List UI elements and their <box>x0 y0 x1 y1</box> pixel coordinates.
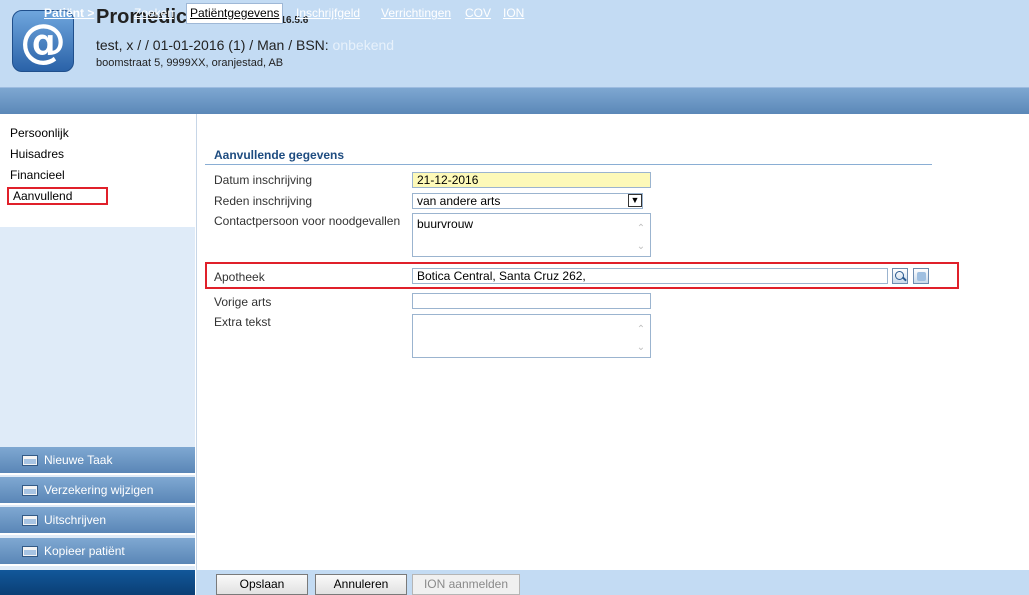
copy-patient-button[interactable]: Kopieer patiënt <box>0 538 195 566</box>
vorige-arts-field[interactable] <box>412 293 651 309</box>
task-label: Nieuwe Taak <box>44 453 113 467</box>
patient-info: test, x / / 01-01-2016 (1) / Man / BSN: <box>96 37 333 53</box>
patient-address: boomstraat 5, 9999XX, oranjestad, AB <box>96 57 284 69</box>
nav-zoeken[interactable]: Zoeken <box>134 6 174 20</box>
task-label: Kopieer patiënt <box>44 544 125 558</box>
new-task-button[interactable]: Nieuwe Taak <box>0 447 195 475</box>
change-insurance-button[interactable]: Verzekering wijzigen <box>0 477 195 505</box>
sidebar-footer <box>0 570 195 595</box>
datum-inschrijving-field[interactable]: 21-12-2016 <box>412 172 651 188</box>
ion-register-button[interactable]: ION aanmelden <box>412 574 520 595</box>
at-icon: @ <box>20 14 66 68</box>
apotheek-field[interactable]: Botica Central, Santa Cruz 262, <box>412 268 888 284</box>
contact-label: Contactpersoon voor noodgevallen <box>214 214 401 228</box>
sidebar-item-aanvullend[interactable]: Aanvullend <box>7 187 108 205</box>
nav-patient[interactable]: Patiënt > <box>44 6 94 20</box>
bsn-value: onbekend <box>332 37 395 53</box>
search-icon[interactable] <box>892 268 908 284</box>
save-button[interactable]: Opslaan <box>216 574 308 595</box>
folder-icon <box>22 546 38 557</box>
sidebar-item-huisadres[interactable]: Huisadres <box>10 147 64 161</box>
vorige-arts-label: Vorige arts <box>214 295 272 309</box>
task-label: Uitschrijven <box>44 513 107 527</box>
datum-label: Datum inschrijving <box>214 173 313 187</box>
section-divider <box>205 164 932 165</box>
chevron-down-icon[interactable]: ▼ <box>628 194 642 207</box>
folder-icon <box>22 515 38 526</box>
unregister-button[interactable]: Uitschrijven <box>0 507 195 535</box>
nav-verrichtingen[interactable]: Verrichtingen <box>381 6 451 20</box>
nav-ion[interactable]: ION <box>503 6 524 20</box>
nav-cov[interactable]: COV <box>465 6 491 20</box>
cancel-button[interactable]: Annuleren <box>315 574 407 595</box>
section-title: Aanvullende gegevens <box>214 148 345 162</box>
folder-icon <box>22 455 38 466</box>
folder-icon <box>22 485 38 496</box>
sidebar-item-persoonlijk[interactable]: Persoonlijk <box>10 126 69 140</box>
extra-tekst-textarea[interactable]: ⌃ ⌄ <box>412 314 651 358</box>
apotheek-label: Apotheek <box>214 270 265 284</box>
patient-summary: test, x / / 01-01-2016 (1) / Man / BSN: … <box>96 37 394 53</box>
main-nav <box>0 87 1029 114</box>
contact-value: buurvrouw <box>417 217 474 231</box>
scroll-arrows-icon[interactable]: ⌃ ⌄ <box>635 220 647 256</box>
task-label: Verzekering wijzigen <box>44 483 154 497</box>
contact-textarea[interactable]: buurvrouw ⌃ ⌄ <box>412 213 651 257</box>
clear-icon[interactable] <box>913 268 929 284</box>
extra-tekst-label: Extra tekst <box>214 315 271 329</box>
reden-label: Reden inschrijving <box>214 194 313 208</box>
scroll-arrows-icon[interactable]: ⌃ ⌄ <box>635 321 647 357</box>
tab-patientgegevens[interactable]: Patiëntgegevens <box>186 3 284 24</box>
sidebar-item-financieel[interactable]: Financieel <box>10 168 65 182</box>
nav-inschrijfgeld[interactable]: Inschrijfgeld <box>296 6 360 20</box>
reden-select[interactable]: van andere arts <box>412 193 643 209</box>
